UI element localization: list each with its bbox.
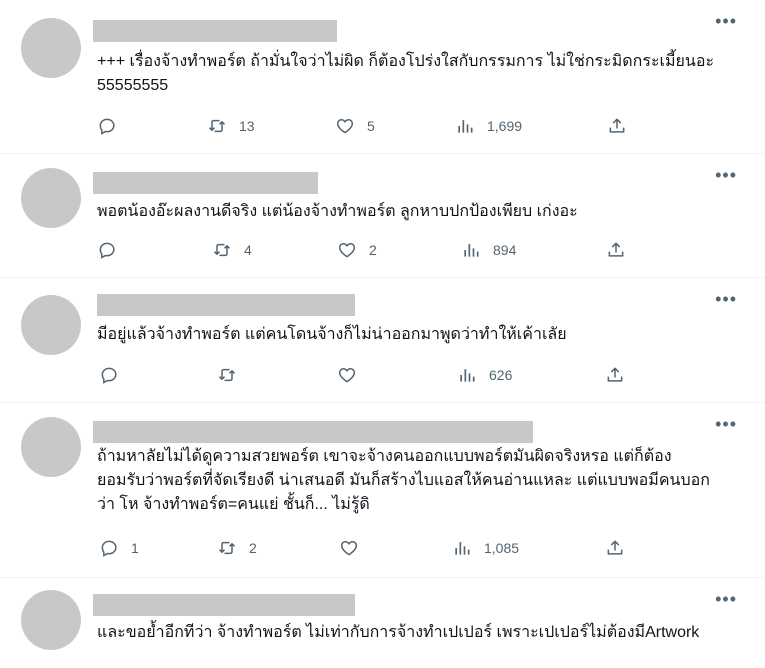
views-button[interactable]: 1,699: [455, 114, 522, 138]
repost-count: 13: [239, 118, 255, 134]
repost-button[interactable]: 13: [207, 114, 255, 138]
share-button[interactable]: [606, 238, 626, 262]
post-text: +++ เรื่องจ้างทำพอร์ต ถ้ามั่นใจว่าไม่ผิด…: [97, 53, 719, 94]
more-icon[interactable]: •••: [715, 290, 737, 308]
post-text: และขอย้ำอีกทีว่า จ้างทำพอร์ต ไม่เท่ากับก…: [97, 624, 700, 641]
share-icon: [607, 540, 623, 555]
heart-icon: [338, 368, 356, 383]
action-bar: 13 5 1,699: [97, 114, 637, 138]
share-icon: [609, 118, 625, 133]
repost-icon: [218, 368, 236, 382]
reply-button[interactable]: [97, 238, 129, 262]
post[interactable]: ••• +++ เรื่องจ้างทำพอร์ต ถ้ามั่นใจว่าไม…: [0, 0, 765, 154]
view-count: 626: [489, 367, 513, 383]
like-count: 2: [369, 242, 377, 258]
share-button[interactable]: [605, 363, 625, 387]
like-count: 5: [367, 118, 375, 134]
redacted-username: [93, 421, 533, 443]
like-button[interactable]: [339, 536, 371, 560]
more-icon[interactable]: •••: [715, 590, 737, 608]
action-bar: 626: [97, 363, 637, 387]
post-text: มีอยู่แล้วจ้างทำพอร์ต แต่คนโดนจ้างก็ไม่น…: [97, 326, 567, 343]
avatar[interactable]: [21, 590, 81, 650]
reply-feed: ••• +++ เรื่องจ้างทำพอร์ต ถ้ามั่นใจว่าไม…: [0, 0, 765, 668]
reply-count: 1: [131, 540, 139, 556]
heart-icon: [336, 119, 354, 134]
post[interactable]: ••• และขอย้ำอีกทีว่า จ้างทำพอร์ต ไม่เท่า…: [0, 578, 765, 668]
heart-icon: [340, 541, 358, 556]
views-button[interactable]: 626: [457, 363, 512, 387]
share-icon: [608, 242, 624, 257]
repost-button[interactable]: [217, 363, 249, 387]
share-button[interactable]: [607, 114, 627, 138]
action-bar: 4 2 894: [97, 238, 637, 262]
view-count: 1,085: [484, 540, 520, 556]
reply-button[interactable]: [99, 363, 131, 387]
like-button[interactable]: 2: [337, 238, 377, 262]
repost-count: 4: [244, 242, 252, 258]
redacted-username: [93, 594, 355, 616]
view-count: 894: [493, 242, 517, 258]
post-text: ถ้ามหาลัยไม่ได้ดูความสวยพอร์ต เขาจะจ้างค…: [97, 448, 710, 513]
reply-icon: [99, 118, 115, 135]
redacted-username: [93, 172, 318, 194]
views-button[interactable]: 894: [461, 238, 516, 262]
repost-count: 2: [249, 540, 257, 556]
views-icon: [464, 244, 479, 257]
views-button[interactable]: 1,085: [452, 536, 519, 560]
more-icon[interactable]: •••: [715, 12, 737, 30]
action-bar: 1 2 1,085: [97, 536, 637, 560]
redacted-username: [93, 20, 337, 42]
more-icon[interactable]: •••: [715, 166, 737, 184]
avatar[interactable]: [21, 295, 81, 355]
avatar[interactable]: [21, 168, 81, 228]
reply-icon: [99, 242, 115, 259]
reply-button[interactable]: 1: [99, 536, 139, 560]
share-icon: [607, 367, 623, 382]
more-icon[interactable]: •••: [715, 415, 737, 433]
reply-icon: [101, 540, 117, 557]
repost-button[interactable]: 4: [212, 238, 252, 262]
post[interactable]: ••• มีอยู่แล้วจ้างทำพอร์ต แต่คนโดนจ้างก็…: [0, 278, 765, 403]
reply-icon: [101, 367, 117, 384]
repost-icon: [218, 541, 236, 555]
views-icon: [460, 369, 475, 382]
post[interactable]: ••• ถ้ามหาลัยไม่ได้ดูความสวยพอร์ต เขาจะจ…: [0, 403, 765, 578]
like-button[interactable]: 5: [335, 114, 375, 138]
post-text: พอตน้องอ๊ะผลงานดีจริง แต่น้องจ้างทำพอร์ต…: [97, 203, 578, 220]
like-button[interactable]: [337, 363, 369, 387]
share-button[interactable]: [605, 536, 625, 560]
reply-button[interactable]: [97, 114, 129, 138]
redacted-username: [97, 294, 355, 316]
post[interactable]: ••• พอตน้องอ๊ะผลงานดีจริง แต่น้องจ้างทำพ…: [0, 154, 765, 278]
views-icon: [455, 542, 470, 555]
repost-button[interactable]: 2: [217, 536, 257, 560]
views-icon: [458, 120, 473, 133]
view-count: 1,699: [487, 118, 523, 134]
repost-icon: [213, 243, 231, 257]
repost-icon: [208, 119, 226, 133]
avatar[interactable]: [21, 417, 81, 477]
heart-icon: [338, 243, 356, 258]
avatar[interactable]: [21, 18, 81, 78]
